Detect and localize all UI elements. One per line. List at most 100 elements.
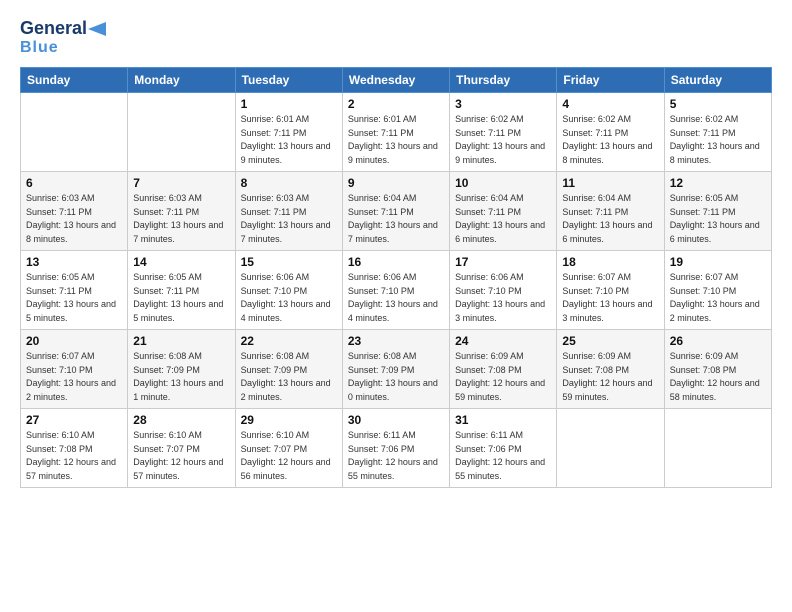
day-number: 20 xyxy=(26,334,122,348)
day-number: 1 xyxy=(241,97,337,111)
day-info: Sunrise: 6:08 AM Sunset: 7:09 PM Dayligh… xyxy=(133,350,229,404)
day-number: 29 xyxy=(241,413,337,427)
day-number: 9 xyxy=(348,176,444,190)
weekday-header-thursday: Thursday xyxy=(450,68,557,93)
day-number: 21 xyxy=(133,334,229,348)
calendar-cell: 27 Sunrise: 6:10 AM Sunset: 7:08 PM Dayli… xyxy=(21,409,128,488)
calendar-cell: 31Sunrise: 6:11 AM Sunset: 7:06 PM Dayli… xyxy=(450,409,557,488)
calendar-cell: 17 Sunrise: 6:06 AM Sunset: 7:10 PM Dayli… xyxy=(450,251,557,330)
calendar-week-row: 20 Sunrise: 6:07 AM Sunset: 7:10 PM Dayli… xyxy=(21,330,772,409)
day-info: Sunrise: 6:09 AM Sunset: 7:08 PM Dayligh… xyxy=(670,350,766,404)
day-info: Sunrise: 6:11 AM Sunset: 7:06 PM Dayligh… xyxy=(348,429,444,483)
day-number: 7 xyxy=(133,176,229,190)
calendar-table: SundayMondayTuesdayWednesdayThursdayFrid… xyxy=(20,67,772,488)
weekday-header-monday: Monday xyxy=(128,68,235,93)
calendar-cell: 28 Sunrise: 6:10 AM Sunset: 7:07 PM Dayli… xyxy=(128,409,235,488)
day-info: Sunrise: 6:08 AM Sunset: 7:09 PM Dayligh… xyxy=(241,350,337,404)
day-number: 28 xyxy=(133,413,229,427)
day-info: Sunrise: 6:05 AM Sunset: 7:11 PM Dayligh… xyxy=(26,271,122,325)
day-info: Sunrise: 6:06 AM Sunset: 7:10 PM Dayligh… xyxy=(348,271,444,325)
header: General Blue xyxy=(20,18,772,57)
calendar-cell: 4 Sunrise: 6:02 AM Sunset: 7:11 PM Daylig… xyxy=(557,93,664,172)
weekday-header-wednesday: Wednesday xyxy=(342,68,449,93)
calendar-cell: 15Sunrise: 6:06 AM Sunset: 7:10 PM Dayli… xyxy=(235,251,342,330)
calendar-cell: 30 Sunrise: 6:11 AM Sunset: 7:06 PM Dayli… xyxy=(342,409,449,488)
day-number: 16 xyxy=(348,255,444,269)
day-number: 17 xyxy=(455,255,551,269)
calendar-cell: 26Sunrise: 6:09 AM Sunset: 7:08 PM Dayli… xyxy=(664,330,771,409)
logo-arrow-icon xyxy=(88,22,106,36)
weekday-header-tuesday: Tuesday xyxy=(235,68,342,93)
calendar-cell: 25Sunrise: 6:09 AM Sunset: 7:08 PM Dayli… xyxy=(557,330,664,409)
calendar-cell: 6 Sunrise: 6:03 AM Sunset: 7:11 PM Daylig… xyxy=(21,172,128,251)
day-number: 18 xyxy=(562,255,658,269)
day-number: 12 xyxy=(670,176,766,190)
day-info: Sunrise: 6:07 AM Sunset: 7:10 PM Dayligh… xyxy=(562,271,658,325)
calendar-cell xyxy=(128,93,235,172)
day-number: 23 xyxy=(348,334,444,348)
day-number: 15 xyxy=(241,255,337,269)
calendar-cell xyxy=(557,409,664,488)
day-info: Sunrise: 6:10 AM Sunset: 7:08 PM Dayligh… xyxy=(26,429,122,483)
day-info: Sunrise: 6:04 AM Sunset: 7:11 PM Dayligh… xyxy=(455,192,551,246)
calendar-cell: 29 Sunrise: 6:10 AM Sunset: 7:07 PM Dayli… xyxy=(235,409,342,488)
day-number: 8 xyxy=(241,176,337,190)
calendar-cell: 22 Sunrise: 6:08 AM Sunset: 7:09 PM Dayli… xyxy=(235,330,342,409)
calendar-week-row: 13 Sunrise: 6:05 AM Sunset: 7:11 PM Dayli… xyxy=(21,251,772,330)
day-number: 30 xyxy=(348,413,444,427)
calendar-cell xyxy=(21,93,128,172)
calendar-cell: 18 Sunrise: 6:07 AM Sunset: 7:10 PM Dayli… xyxy=(557,251,664,330)
day-number: 4 xyxy=(562,97,658,111)
logo-combined: General xyxy=(20,18,107,39)
weekday-header-saturday: Saturday xyxy=(664,68,771,93)
calendar-week-row: 27 Sunrise: 6:10 AM Sunset: 7:08 PM Dayli… xyxy=(21,409,772,488)
calendar-cell: 8 Sunrise: 6:03 AM Sunset: 7:11 PM Daylig… xyxy=(235,172,342,251)
day-number: 19 xyxy=(670,255,766,269)
day-info: Sunrise: 6:10 AM Sunset: 7:07 PM Dayligh… xyxy=(241,429,337,483)
day-info: Sunrise: 6:07 AM Sunset: 7:10 PM Dayligh… xyxy=(26,350,122,404)
day-info: Sunrise: 6:03 AM Sunset: 7:11 PM Dayligh… xyxy=(26,192,122,246)
day-info: Sunrise: 6:06 AM Sunset: 7:10 PM Dayligh… xyxy=(455,271,551,325)
calendar-cell: 2 Sunrise: 6:01 AM Sunset: 7:11 PM Daylig… xyxy=(342,93,449,172)
day-info: Sunrise: 6:02 AM Sunset: 7:11 PM Dayligh… xyxy=(562,113,658,167)
logo-general-text: General xyxy=(20,18,87,39)
day-info: Sunrise: 6:05 AM Sunset: 7:11 PM Dayligh… xyxy=(670,192,766,246)
day-number: 27 xyxy=(26,413,122,427)
day-info: Sunrise: 6:09 AM Sunset: 7:08 PM Dayligh… xyxy=(562,350,658,404)
day-number: 5 xyxy=(670,97,766,111)
day-number: 2 xyxy=(348,97,444,111)
calendar-week-row: 1 Sunrise: 6:01 AM Sunset: 7:11 PM Daylig… xyxy=(21,93,772,172)
calendar-cell: 10 Sunrise: 6:04 AM Sunset: 7:11 PM Dayli… xyxy=(450,172,557,251)
calendar-cell: 21 Sunrise: 6:08 AM Sunset: 7:09 PM Dayli… xyxy=(128,330,235,409)
weekday-header-sunday: Sunday xyxy=(21,68,128,93)
day-number: 13 xyxy=(26,255,122,269)
day-number: 3 xyxy=(455,97,551,111)
calendar-week-row: 6 Sunrise: 6:03 AM Sunset: 7:11 PM Daylig… xyxy=(21,172,772,251)
calendar-cell: 1 Sunrise: 6:01 AM Sunset: 7:11 PM Daylig… xyxy=(235,93,342,172)
day-info: Sunrise: 6:03 AM Sunset: 7:11 PM Dayligh… xyxy=(133,192,229,246)
weekday-header-friday: Friday xyxy=(557,68,664,93)
day-info: Sunrise: 6:08 AM Sunset: 7:09 PM Dayligh… xyxy=(348,350,444,404)
calendar-cell: 13 Sunrise: 6:05 AM Sunset: 7:11 PM Dayli… xyxy=(21,251,128,330)
day-info: Sunrise: 6:09 AM Sunset: 7:08 PM Dayligh… xyxy=(455,350,551,404)
day-number: 22 xyxy=(241,334,337,348)
day-info: Sunrise: 6:04 AM Sunset: 7:11 PM Dayligh… xyxy=(562,192,658,246)
calendar-cell: 3 Sunrise: 6:02 AM Sunset: 7:11 PM Daylig… xyxy=(450,93,557,172)
page: General Blue SundayMondayTuesdayWednesda… xyxy=(0,0,792,612)
day-info: Sunrise: 6:10 AM Sunset: 7:07 PM Dayligh… xyxy=(133,429,229,483)
calendar-header-row: SundayMondayTuesdayWednesdayThursdayFrid… xyxy=(21,68,772,93)
calendar-cell: 9Sunrise: 6:04 AM Sunset: 7:11 PM Daylig… xyxy=(342,172,449,251)
day-info: Sunrise: 6:03 AM Sunset: 7:11 PM Dayligh… xyxy=(241,192,337,246)
day-info: Sunrise: 6:02 AM Sunset: 7:11 PM Dayligh… xyxy=(455,113,551,167)
day-number: 6 xyxy=(26,176,122,190)
calendar-cell: 19Sunrise: 6:07 AM Sunset: 7:10 PM Dayli… xyxy=(664,251,771,330)
calendar-cell: 7 Sunrise: 6:03 AM Sunset: 7:11 PM Daylig… xyxy=(128,172,235,251)
logo-blue-text: Blue xyxy=(20,39,59,57)
day-number: 10 xyxy=(455,176,551,190)
day-number: 31 xyxy=(455,413,551,427)
day-info: Sunrise: 6:05 AM Sunset: 7:11 PM Dayligh… xyxy=(133,271,229,325)
logo: General Blue xyxy=(20,18,107,57)
day-info: Sunrise: 6:01 AM Sunset: 7:11 PM Dayligh… xyxy=(241,113,337,167)
calendar-cell: 24Sunrise: 6:09 AM Sunset: 7:08 PM Dayli… xyxy=(450,330,557,409)
day-info: Sunrise: 6:01 AM Sunset: 7:11 PM Dayligh… xyxy=(348,113,444,167)
